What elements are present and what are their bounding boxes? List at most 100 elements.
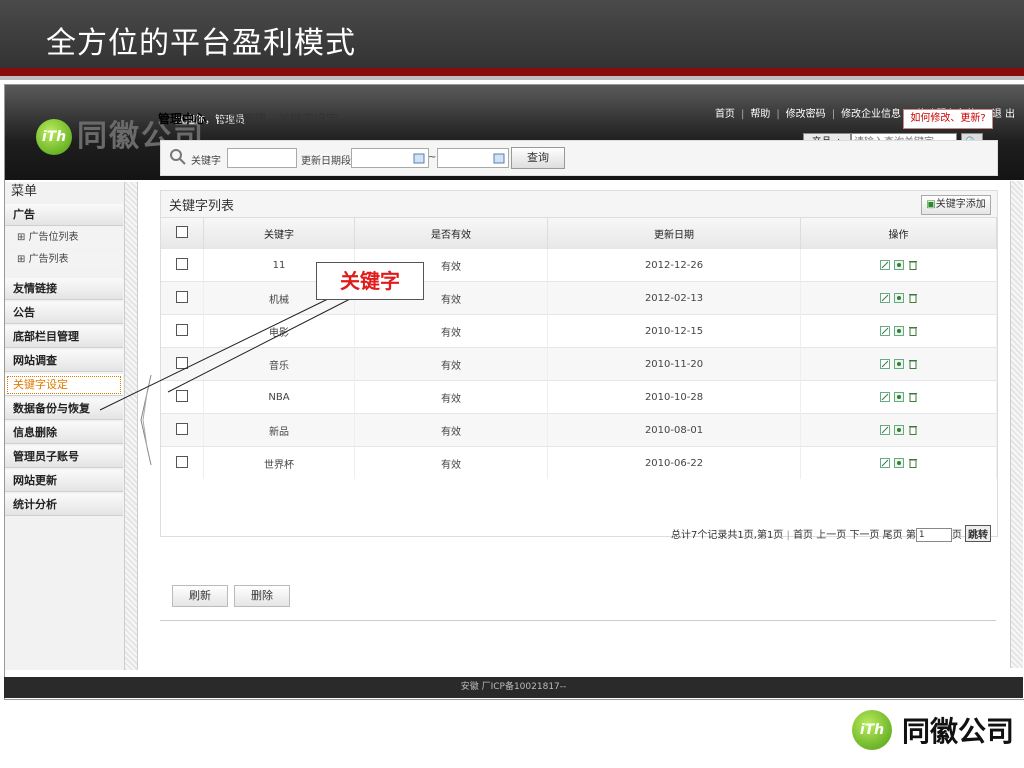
calendar-icon[interactable] (413, 152, 425, 164)
start-date-input[interactable] (351, 148, 429, 168)
edit-icon[interactable] (879, 292, 890, 303)
edit-icon[interactable] (879, 325, 890, 336)
row-checkbox[interactable] (176, 389, 188, 402)
delete-icon[interactable] (908, 260, 918, 270)
jump-button[interactable]: 跳转 (965, 525, 991, 542)
delete-icon[interactable] (908, 392, 918, 402)
cell-date: 2010-06-22 (547, 446, 801, 479)
row-select[interactable] (161, 380, 204, 414)
breadcrumb-level1[interactable]: 网站管理 (218, 112, 266, 126)
row-checkbox[interactable] (176, 422, 188, 435)
select-all-checkbox[interactable] (176, 225, 188, 238)
col-date: 更新日期 (547, 218, 801, 249)
sidebar: 菜单 广告 ⊞ 广告位列表 ⊞ 广告列表 友情链接 公告 底部栏目管理 网站调查 关键字设定数… (5, 182, 138, 670)
delete-icon[interactable] (908, 425, 918, 435)
end-date-input[interactable] (437, 148, 509, 168)
table-row: NBA 有效 2010-10-28 (161, 380, 997, 414)
sidebar-item[interactable]: 关键字设定 (5, 374, 123, 396)
edit-icon[interactable] (879, 358, 890, 369)
view-icon[interactable] (893, 424, 904, 435)
sidebar-item[interactable]: 数据备份与恢复 (5, 398, 123, 420)
row-select[interactable] (161, 281, 204, 315)
top-link[interactable]: 修改企业信息 (841, 109, 901, 120)
content-scrollbar[interactable] (1010, 181, 1023, 668)
view-icon[interactable] (893, 457, 904, 468)
select-all-header[interactable] (161, 218, 204, 249)
pager-page-suffix: 页 (951, 530, 962, 541)
view-icon[interactable] (893, 391, 904, 402)
delete-icon[interactable] (908, 359, 918, 369)
sidebar-item[interactable]: 管理员子账号 (5, 446, 123, 468)
page-number-input[interactable]: 1 (915, 528, 952, 542)
sidebar-item[interactable]: 网站调查 (5, 350, 123, 372)
help-link[interactable]: 如何修改、更新? (903, 109, 993, 129)
delete-button[interactable]: 删除 (234, 585, 290, 607)
keyword-input[interactable] (227, 148, 297, 168)
edit-icon[interactable] (879, 457, 890, 468)
delete-icon[interactable] (908, 458, 918, 468)
cell-valid: 有效 (354, 347, 548, 381)
row-checkbox[interactable] (176, 455, 188, 468)
view-icon[interactable] (893, 358, 904, 369)
delete-icon[interactable] (908, 293, 918, 303)
sidebar-item[interactable]: 网站更新 (5, 470, 123, 492)
sidebar-subitem[interactable]: ⊞ 广告列表 (5, 250, 123, 270)
keyword-table: 关键字 是否有效 更新日期 操作 11 有效 2012-12-26 机械 有效 2012-… (161, 218, 997, 479)
cell-actions (800, 314, 997, 348)
pager-next[interactable]: 下一页 (849, 530, 879, 541)
top-link[interactable]: 退 出 (992, 109, 1015, 120)
top-link[interactable]: 帮助 (750, 109, 770, 120)
list-header: 关键字列表 ▣关键字添加 (161, 191, 997, 218)
breadcrumb: 管理中心 - 网站管理 - 关键字设定 (158, 112, 339, 126)
cell-actions (800, 380, 997, 414)
sidebar-subitem-label: 广告列表 (28, 254, 69, 265)
cell-actions (800, 281, 997, 315)
row-checkbox[interactable] (176, 257, 188, 270)
view-icon[interactable] (893, 259, 904, 270)
row-checkbox[interactable] (176, 290, 188, 303)
sidebar-subitem[interactable]: ⊞ 广告位列表 (5, 228, 123, 248)
row-checkbox[interactable] (176, 323, 188, 336)
cell-date: 2012-12-26 (547, 248, 801, 282)
top-link[interactable]: 首页 (715, 109, 735, 120)
row-checkbox[interactable] (176, 356, 188, 369)
sidebar-scrollbar[interactable] (124, 182, 137, 670)
row-select[interactable] (161, 446, 204, 479)
row-select[interactable] (161, 347, 204, 381)
sidebar-item[interactable]: 底部栏目管理 (5, 326, 123, 348)
edit-icon[interactable] (879, 391, 890, 402)
calendar-icon[interactable] (493, 152, 505, 164)
row-select[interactable] (161, 248, 204, 282)
link-separator: | (740, 109, 745, 120)
col-valid: 是否有效 (354, 218, 548, 249)
annotation-callout: 关键字 (316, 262, 424, 300)
search-icon (170, 149, 186, 165)
sidebar-item[interactable]: 信息删除 (5, 422, 123, 444)
expand-icon: ⊞ (17, 232, 29, 243)
sidebar-item[interactable]: 统计分析 (5, 494, 123, 516)
delete-icon[interactable] (908, 326, 918, 336)
pager-first[interactable]: 首页 (793, 530, 813, 541)
sidebar-item[interactable]: 友情链接 (5, 278, 123, 300)
sidebar-item[interactable]: 公告 (5, 302, 123, 324)
edit-icon[interactable] (879, 424, 890, 435)
table-row: 机械 有效 2012-02-13 (161, 281, 997, 315)
view-icon[interactable] (893, 292, 904, 303)
add-keyword-button[interactable]: ▣关键字添加 (921, 195, 991, 215)
pager-last[interactable]: 尾页 (883, 530, 903, 541)
view-icon[interactable] (893, 325, 904, 336)
sidebar-item[interactable]: 广告 (5, 204, 123, 226)
edit-icon[interactable] (879, 259, 890, 270)
refresh-button[interactable]: 刷新 (172, 585, 228, 607)
sidebar-collapse-handle[interactable] (139, 375, 153, 465)
logo-icon: iTh (36, 119, 72, 155)
breadcrumb-root[interactable]: 管理中心 (158, 112, 206, 126)
col-keyword: 关键字 (203, 218, 355, 249)
row-select[interactable] (161, 314, 204, 348)
col-actions: 操作 (800, 218, 997, 249)
pager-prev[interactable]: 上一页 (816, 530, 846, 541)
cell-date: 2010-12-15 (547, 314, 801, 348)
row-select[interactable] (161, 413, 204, 447)
top-link[interactable]: 修改密码 (786, 109, 826, 120)
query-button[interactable]: 查询 (511, 147, 565, 169)
